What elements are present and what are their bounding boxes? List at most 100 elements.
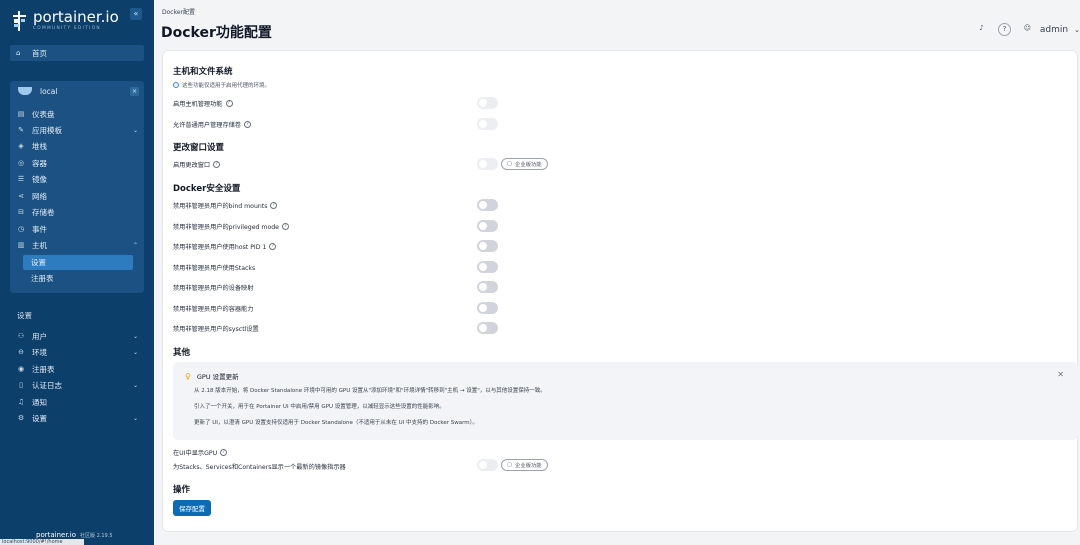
- chevron-down-icon: ⌄: [132, 126, 138, 134]
- bind-mounts-toggle[interactable]: [477, 199, 498, 211]
- label-text: 在UI中显示GPU: [173, 450, 218, 457]
- help-icon[interactable]: ?: [225, 100, 233, 107]
- sidebar-item-label: 事件: [32, 224, 47, 234]
- container-caps-toggle[interactable]: [477, 302, 498, 314]
- sidebar-subitem-settings[interactable]: 设置: [23, 255, 133, 270]
- chevron-up-icon: ⌃: [132, 241, 138, 249]
- security-item-label: 禁用非管理员用户的bind mounts?: [173, 201, 278, 210]
- sidebar-item-label: 存储卷: [32, 207, 55, 217]
- sidebar-item-images[interactable]: ☰ 镜像: [10, 171, 144, 187]
- portainer-logo[interactable]: portainer.io COMMUNITY EDITION: [12, 10, 119, 31]
- label-text: 禁用非管理员用户使用host PID 1: [173, 244, 267, 251]
- badge-text: 企业版功能: [515, 463, 542, 469]
- home-icon: ⌂: [16, 49, 21, 57]
- sidebar-item-label: 堆栈: [32, 141, 47, 151]
- main-content: Docker配置 Docker功能配置 ♪ ? ☺ admin ⌄ 主机和文件系…: [154, 0, 1080, 545]
- sidebar-item-label: 应用模板: [32, 125, 62, 135]
- briefcase-icon: ▢: [507, 462, 513, 468]
- breadcrumb[interactable]: Docker配置: [162, 7, 195, 16]
- docker-icon: [18, 87, 32, 95]
- environment-header[interactable]: local ×: [10, 81, 144, 101]
- lightbulb-icon: ♀: [185, 371, 191, 381]
- bell-icon[interactable]: ♪: [975, 23, 988, 36]
- agent-note: i 这些功能仅适用于启用代理的环境。: [173, 81, 270, 89]
- help-icon[interactable]: ?: [269, 243, 277, 250]
- info-icon: i: [173, 82, 179, 88]
- settings-card: 主机和文件系统 i 这些功能仅适用于启用代理的环境。 启用主机管理功能? 允许普通…: [162, 50, 1078, 532]
- sidebar-item-networks[interactable]: ⋖ 网络: [10, 188, 144, 204]
- label-text: 禁用非管理员用户的bind mounts: [173, 203, 268, 210]
- sidebar-item-auth-logs[interactable]: ▯ 认证日志 ⌄: [10, 377, 144, 393]
- sidebar-footer: portainer.io 社区版 2.19.5: [36, 531, 113, 539]
- enterprise-badge[interactable]: ▢ 企业版功能: [501, 459, 548, 471]
- notice-title: ♀ GPU 设置更新: [185, 371, 239, 382]
- hard-drive-icon: ⊖: [18, 348, 24, 356]
- sidebar-item-volumes[interactable]: ⊟ 存储卷: [10, 204, 144, 220]
- sidebar-item-users[interactable]: ⚇ 用户 ⌄: [10, 328, 144, 344]
- stacks-toggle[interactable]: [477, 261, 498, 273]
- list-icon: ☰: [17, 175, 25, 183]
- sidebar-item-label: 网络: [32, 191, 47, 201]
- settings-section-title: 设置: [17, 311, 32, 320]
- users-icon: ⚇: [17, 332, 25, 340]
- show-gpu-label: 在UI中显示GPU?: [173, 448, 228, 457]
- help-icon[interactable]: ?: [220, 449, 228, 456]
- sidebar-item-stacks[interactable]: ◈ 堆栈: [10, 138, 144, 154]
- enable-host-mgmt-toggle[interactable]: [477, 97, 498, 109]
- security-item-label: 禁用非管理员用户的sysctl设置: [173, 324, 259, 333]
- sidebar-item-registries[interactable]: ◉ 注册表: [10, 361, 144, 377]
- help-icon[interactable]: ?: [997, 23, 1011, 36]
- sidebar-item-home[interactable]: ⌂ 首页: [10, 45, 144, 61]
- sidebar-item-environments[interactable]: ⊖ 环境 ⌄: [10, 344, 144, 360]
- sidebar-item-label: 设置: [31, 258, 46, 267]
- help-icon[interactable]: ?: [213, 161, 221, 168]
- help-icon[interactable]: ?: [244, 121, 252, 128]
- sidebar-subitem-registries[interactable]: 注册表: [23, 271, 133, 286]
- close-environment-button[interactable]: ×: [130, 87, 139, 96]
- footer-brand: portainer.io: [36, 531, 77, 539]
- notice-title-text: GPU 设置更新: [196, 373, 239, 381]
- help-icon[interactable]: ?: [270, 202, 278, 209]
- help-icon[interactable]: ?: [281, 223, 289, 230]
- allow-volume-mgmt-toggle[interactable]: [477, 118, 498, 130]
- label-text: 禁用非管理员用户的privileged mode: [173, 224, 279, 231]
- image-indicator-toggle[interactable]: [477, 459, 498, 471]
- section-title-window: 更改窗口设置: [173, 143, 225, 153]
- sidebar-item-label: 主机: [32, 240, 47, 250]
- sidebar-item-settings[interactable]: ⚙ 设置 ⌄: [10, 410, 144, 426]
- sidebar-item-dashboard[interactable]: ▤ 仪表盘: [10, 106, 144, 122]
- clock-icon: ◷: [17, 225, 25, 233]
- footer-version: 社区版 2.19.5: [80, 532, 113, 539]
- sysctl-toggle[interactable]: [477, 322, 498, 334]
- sidebar-item-label: 注册表: [32, 364, 55, 374]
- dashboard-icon: ▤: [17, 110, 25, 118]
- sidebar-item-label: 镜像: [32, 174, 47, 184]
- sidebar-item-notifications[interactable]: ♫ 通知: [10, 394, 144, 410]
- close-icon[interactable]: ✕: [1057, 370, 1064, 379]
- user-menu[interactable]: admin: [1040, 25, 1068, 35]
- section-title-other: 其他: [173, 348, 191, 358]
- radio-icon: ◉: [17, 365, 25, 373]
- sidebar-item-app-templates[interactable]: ✎ 应用模板 ⌄: [10, 122, 144, 138]
- user-icon[interactable]: ☺: [1021, 23, 1034, 36]
- chevron-down-icon[interactable]: ⌄: [1074, 26, 1080, 34]
- server-icon: ▥: [17, 241, 25, 249]
- collapse-sidebar-button[interactable]: «: [130, 8, 142, 20]
- sidebar-item-containers[interactable]: ◎ 容器: [10, 155, 144, 171]
- enterprise-badge[interactable]: ▢ 企业版功能: [501, 158, 548, 170]
- box-icon: ◎: [17, 159, 25, 167]
- chevron-down-icon: ⌄: [132, 332, 138, 340]
- note-text: 这些功能仅适用于启用代理的环境。: [182, 83, 271, 89]
- label-text: 禁用非管理员用户使用Stacks: [173, 265, 256, 272]
- sidebar-item-host[interactable]: ▥ 主机 ⌃: [10, 237, 144, 253]
- page-title: Docker功能配置: [161, 25, 272, 41]
- portainer-logo-icon: [13, 10, 26, 31]
- save-config-button[interactable]: 保存配置: [173, 500, 211, 516]
- label-text: 允许普通用户管理存储卷: [173, 122, 242, 129]
- privileged-mode-toggle[interactable]: [477, 220, 498, 232]
- change-window-toggle[interactable]: [477, 158, 498, 170]
- device-mapping-toggle[interactable]: [477, 281, 498, 293]
- sidebar-item-events[interactable]: ◷ 事件: [10, 221, 144, 237]
- host-pid-toggle[interactable]: [477, 240, 498, 252]
- sidebar-item-label: 认证日志: [32, 380, 62, 390]
